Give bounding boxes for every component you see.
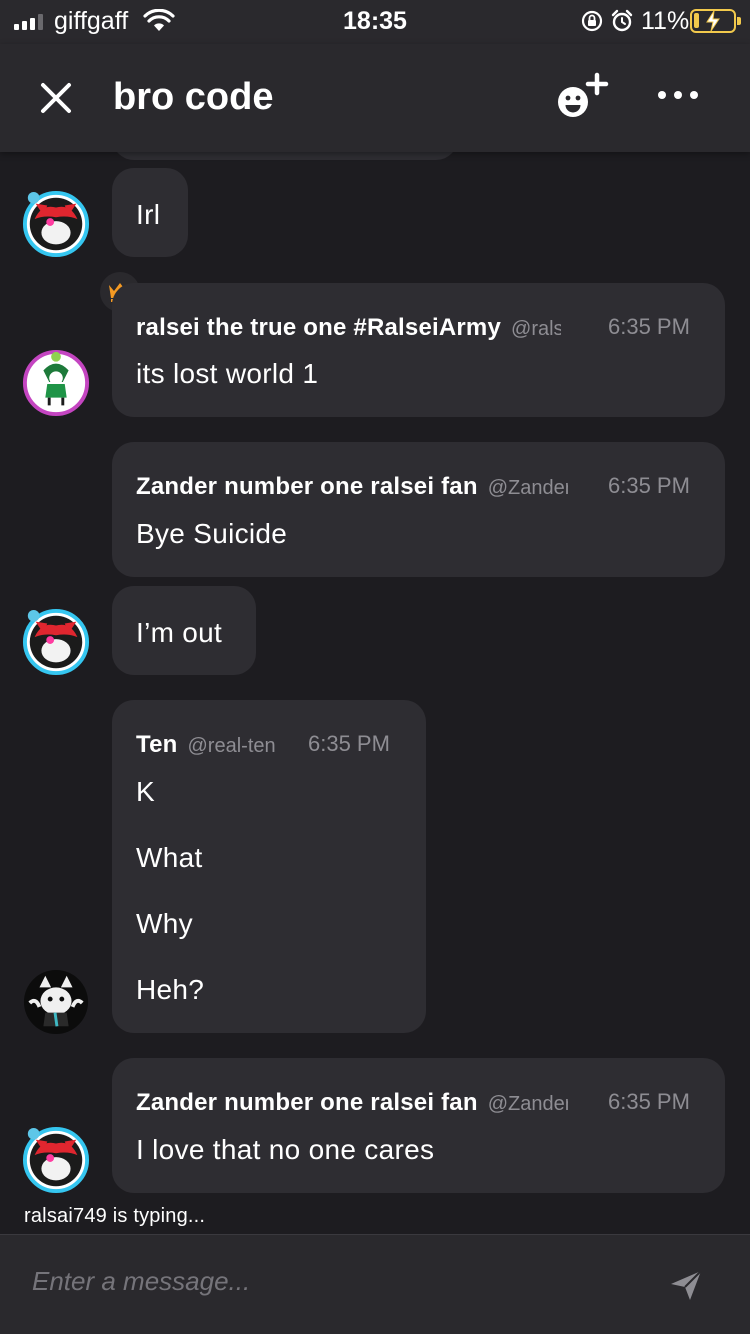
- typing-indicator: ralsai749 is typing...: [24, 1205, 206, 1227]
- chat-title: bro code: [113, 76, 274, 118]
- add-member-icon: [558, 72, 609, 117]
- sender-handle: @ralsei: [511, 318, 562, 340]
- user-avatar-ten[interactable]: [22, 968, 90, 1036]
- more-options-button[interactable]: [654, 80, 702, 110]
- status-bar: giffgaff 18:35 11%: [0, 0, 750, 44]
- message-text: Why: [136, 908, 193, 939]
- battery-percentage: 11%: [641, 7, 690, 35]
- message-text: I’m out: [136, 617, 223, 648]
- user-avatar-zander[interactable]: [22, 190, 90, 258]
- message-text: its lost world 1: [136, 358, 319, 389]
- message-text: Irl: [136, 199, 161, 230]
- sender-handle: @Zander: [487, 477, 568, 499]
- send-button[interactable]: [668, 1267, 704, 1303]
- orientation-lock-icon: [581, 10, 603, 32]
- message-text: What: [136, 842, 203, 873]
- battery-icon: [690, 9, 741, 33]
- message-list[interactable]: Irl ralsei the true one #RalseiArmy @ral…: [0, 152, 750, 1234]
- message-bubble[interactable]: Zander number one ralsei fan @Zander 6:3…: [112, 442, 725, 577]
- user-avatar-zander[interactable]: [22, 1126, 90, 1194]
- close-button[interactable]: [36, 78, 76, 118]
- close-icon: [41, 83, 71, 113]
- message-text: Bye Suicide: [136, 518, 288, 549]
- message-bubble[interactable]: ralsei the true one #RalseiArmy @ralsei …: [112, 283, 725, 417]
- send-icon: [671, 1270, 702, 1300]
- user-avatar-zander[interactable]: [22, 608, 90, 676]
- message-composer: [0, 1234, 750, 1334]
- message-timestamp: 6:35 PM: [308, 731, 390, 756]
- message-bubble-partial: [112, 152, 458, 160]
- message-timestamp: 6:35 PM: [608, 473, 690, 498]
- message-text: K: [136, 776, 155, 807]
- sender-name[interactable]: Zander number one ralsei fan: [136, 1089, 478, 1117]
- status-time: 18:35: [343, 7, 407, 35]
- message-input[interactable]: [32, 1259, 632, 1303]
- message-text: I love that no one cares: [136, 1134, 435, 1165]
- sender-name[interactable]: Ten: [136, 731, 178, 759]
- sender-name[interactable]: ralsei the true one #RalseiArmy: [136, 314, 501, 342]
- message-bubble[interactable]: Ten @real-ten 6:35 PM K What Why Heh?: [112, 700, 426, 1033]
- invite-members-button[interactable]: [556, 72, 610, 122]
- sender-handle: @Zander: [487, 1093, 568, 1115]
- message-timestamp: 6:35 PM: [608, 1089, 690, 1114]
- message-text: Heh?: [136, 974, 205, 1005]
- sender-handle: @real-ten: [187, 735, 276, 757]
- sender-name[interactable]: Zander number one ralsei fan: [136, 473, 478, 501]
- alarm-icon: [611, 9, 633, 32]
- message-bubble[interactable]: Irl: [112, 168, 188, 257]
- message-bubble[interactable]: Zander number one ralsei fan @Zander 6:3…: [112, 1058, 725, 1193]
- chat-header: bro code: [0, 44, 750, 152]
- message-bubble[interactable]: I’m out: [112, 586, 256, 675]
- more-dots-icon: [658, 91, 698, 99]
- user-avatar-ralsei[interactable]: [22, 349, 90, 417]
- message-timestamp: 6:35 PM: [608, 314, 690, 339]
